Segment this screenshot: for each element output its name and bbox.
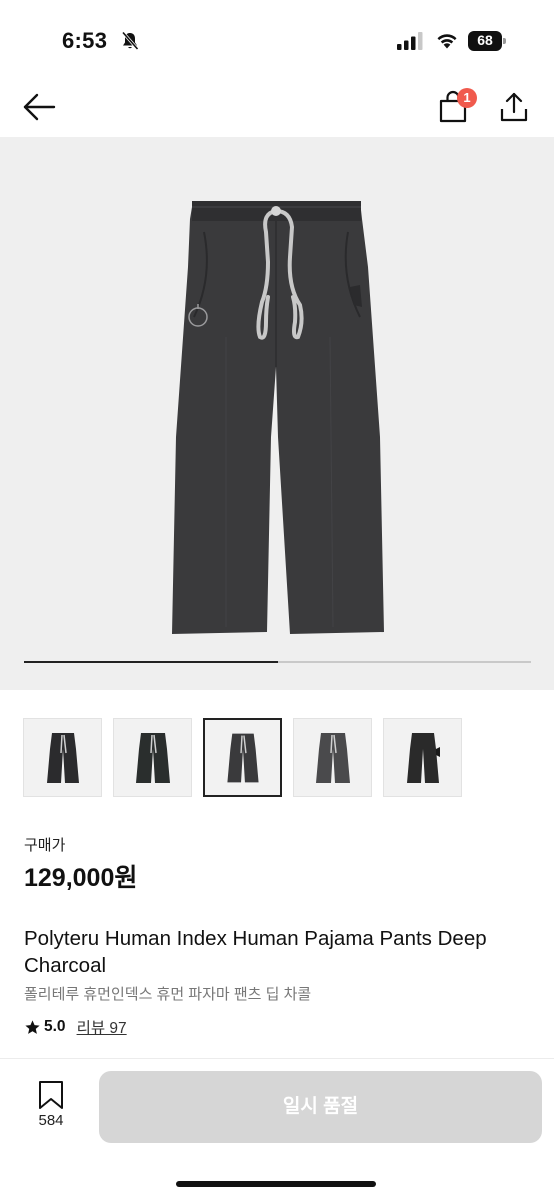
star-icon <box>25 1019 40 1034</box>
wifi-icon <box>437 34 457 49</box>
thumbnail-3[interactable] <box>203 718 282 797</box>
share-icon[interactable] <box>498 90 530 124</box>
bell-slash-icon <box>121 31 139 50</box>
gallery-progress-fill <box>24 661 278 663</box>
signal-icon <box>397 32 423 50</box>
bookmark-icon <box>39 1081 63 1109</box>
gallery-progress-track <box>24 661 531 663</box>
home-indicator[interactable] <box>176 1181 376 1187</box>
product-title-en: Polyteru Human Index Human Pajama Pants … <box>24 927 487 977</box>
battery-icon: 68 <box>468 31 506 51</box>
review-link[interactable]: 리뷰 97 <box>77 1016 127 1038</box>
cart-count-badge: 1 <box>457 88 477 108</box>
back-arrow-icon[interactable] <box>22 92 56 122</box>
price-label: 구매가 <box>24 837 66 854</box>
bookmark-count: 584 <box>38 1112 64 1129</box>
top-nav: 1 <box>0 80 554 136</box>
status-time: 6:53 <box>62 28 108 53</box>
rating-value: 5.0 <box>44 1018 66 1035</box>
product-image <box>172 201 384 634</box>
thumbnail-5[interactable] <box>383 718 462 797</box>
thumbnail-2[interactable] <box>113 718 192 797</box>
product-image-gallery[interactable] <box>0 137 554 690</box>
thumbnail-strip <box>23 718 531 798</box>
bookmark-button[interactable]: 584 <box>26 1078 76 1134</box>
battery-level: 68 <box>477 32 493 48</box>
status-bar: 6:53 68 <box>0 0 554 80</box>
sold-out-button[interactable]: 일시 품절 <box>99 1071 542 1143</box>
price-value: 129,000원 <box>24 864 138 892</box>
thumbnail-4[interactable] <box>293 718 372 797</box>
thumbnail-1[interactable] <box>23 718 102 797</box>
bottom-divider <box>0 1058 554 1059</box>
product-title-ko: 폴리테루 휴먼인덱스 휴먼 파자마 팬츠 딥 차콜 <box>24 986 312 1003</box>
rating-row: 5.0 리뷰 97 <box>24 1016 127 1038</box>
